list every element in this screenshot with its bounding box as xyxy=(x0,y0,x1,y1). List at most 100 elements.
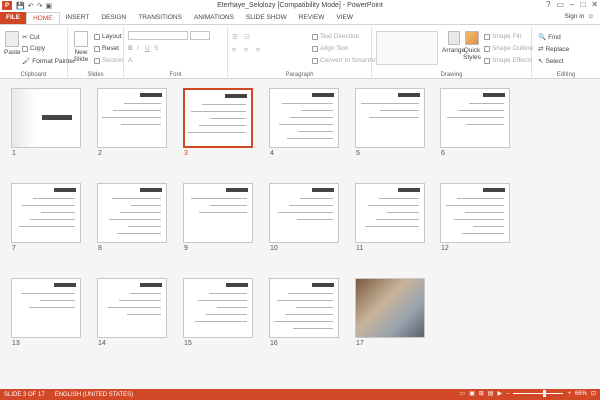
thumbnail-text-line xyxy=(21,293,75,294)
help-icon[interactable]: ? xyxy=(546,0,550,9)
thumbnail-text-line xyxy=(128,226,161,227)
close-icon[interactable]: ✕ xyxy=(591,0,598,9)
zoom-level[interactable]: 66% xyxy=(575,391,587,397)
slide-number: 1 xyxy=(12,150,16,157)
slide-number: 9 xyxy=(184,245,188,252)
reading-view-icon[interactable]: ▤ xyxy=(488,390,494,397)
find-button[interactable]: 🔍 Find xyxy=(538,33,561,42)
fit-to-window-icon[interactable]: ⊡ xyxy=(591,390,596,397)
slide-sorter-area[interactable]: 1 2 3 4 5 6 7 8 9 10 11 12 13 14 15 16 17 xyxy=(0,79,600,389)
tab-view[interactable]: VIEW xyxy=(330,12,359,24)
tab-animations[interactable]: ANIMATIONS xyxy=(188,12,240,24)
zoom-out-icon[interactable]: – xyxy=(506,391,509,397)
slide-thumbnail[interactable] xyxy=(11,183,81,243)
maximize-icon[interactable]: □ xyxy=(580,0,585,9)
align-left-button[interactable]: ≡ xyxy=(232,47,236,54)
slide-thumbnail[interactable] xyxy=(355,88,425,148)
slide-thumbnail[interactable] xyxy=(440,88,510,148)
thumbnail-header-bar xyxy=(140,93,162,97)
effects-icon xyxy=(484,57,490,64)
brush-icon: 🖌 xyxy=(22,58,31,65)
group-label-paragraph: Paragraph xyxy=(285,72,314,78)
tab-review[interactable]: REVIEW xyxy=(293,12,331,24)
thumbnail-text-line xyxy=(191,111,246,112)
slide-thumbnail[interactable] xyxy=(183,183,253,243)
tab-transitions[interactable]: TRANSITIONS xyxy=(132,12,188,24)
quick-styles-button[interactable]: Quick Styles xyxy=(462,31,482,61)
tab-design[interactable]: DESIGN xyxy=(95,12,132,24)
slide-show-view-icon[interactable]: ▶ xyxy=(497,390,502,397)
slide-thumbnail[interactable] xyxy=(97,183,167,243)
zoom-slider-thumb[interactable] xyxy=(543,390,547,397)
slide-thumbnail[interactable] xyxy=(11,278,81,338)
redo-icon[interactable]: ↷ xyxy=(37,2,43,10)
thumbnail-header-bar xyxy=(226,188,248,192)
thumbnail-text-line xyxy=(19,226,75,227)
copy-button[interactable]: Copy xyxy=(22,45,45,52)
slide-thumbnail[interactable] xyxy=(269,183,339,243)
center-button[interactable]: ≡ xyxy=(244,47,248,54)
thumbnail-text-line xyxy=(473,226,504,227)
shapes-gallery[interactable] xyxy=(376,31,438,65)
reset-button[interactable]: Reset xyxy=(94,45,119,52)
font-size-select[interactable] xyxy=(190,31,210,40)
replace-button[interactable]: ⇄ Replace xyxy=(538,45,569,54)
numbering-button[interactable]: ☷ xyxy=(244,33,250,41)
undo-icon[interactable]: ↶ xyxy=(28,2,34,10)
zoom-in-icon[interactable]: + xyxy=(567,391,571,397)
text-direction-button[interactable]: Text Direction xyxy=(312,33,359,40)
save-icon[interactable]: 💾 xyxy=(16,2,25,10)
slide-thumbnail[interactable] xyxy=(269,88,339,148)
select-button[interactable]: ↖ Select xyxy=(538,57,564,66)
convert-smartart-button[interactable]: Convert to SmartArt xyxy=(312,57,377,64)
font-family-select[interactable] xyxy=(128,31,188,40)
minimize-icon[interactable]: – xyxy=(570,0,574,9)
ribbon-display-options-icon[interactable]: ▭ xyxy=(556,0,564,9)
shape-fill-button[interactable]: Shape Fill xyxy=(484,33,521,40)
slide-thumbnail[interactable] xyxy=(183,278,253,338)
language-indicator[interactable]: ENGLISH (UNITED STATES) xyxy=(55,392,133,398)
thumbnail-text-line xyxy=(454,219,504,220)
slide-thumbnail[interactable] xyxy=(269,278,339,338)
thumbnail-text-line xyxy=(210,205,247,206)
tab-file[interactable]: FILE xyxy=(0,12,27,24)
shape-effects-button[interactable]: Shape Effects xyxy=(484,57,532,64)
section-icon xyxy=(94,57,100,64)
zoom-slider[interactable] xyxy=(513,390,564,397)
slide-thumbnail[interactable] xyxy=(355,183,425,243)
tab-home[interactable]: HOME xyxy=(26,12,60,24)
notes-icon[interactable]: ▭ xyxy=(459,390,465,397)
cut-button[interactable]: ✂ Cut xyxy=(22,33,40,42)
font-color-button[interactable]: A xyxy=(128,57,132,64)
slide-thumbnail[interactable] xyxy=(11,88,81,148)
shape-outline-button[interactable]: Shape Outline xyxy=(484,45,533,52)
italic-button[interactable]: I xyxy=(137,45,139,52)
window-controls: ? ▭ – □ ✕ xyxy=(546,0,598,9)
bold-button[interactable]: B xyxy=(128,45,133,52)
tab-slide-show[interactable]: SLIDE SHOW xyxy=(240,12,293,24)
new-slide-button[interactable]: New Slide xyxy=(72,31,90,63)
tab-insert[interactable]: INSERT xyxy=(60,12,96,24)
slide-thumbnail[interactable] xyxy=(97,88,167,148)
normal-view-icon[interactable]: ▣ xyxy=(469,390,475,397)
slide-sorter-view-icon[interactable]: ⊞ xyxy=(479,390,484,397)
align-text-button[interactable]: Align Text xyxy=(312,45,348,52)
slide-thumbnail[interactable] xyxy=(440,183,510,243)
slide-thumbnail[interactable] xyxy=(97,278,167,338)
thumbnail-text-line xyxy=(274,321,333,322)
slide-thumbnail[interactable] xyxy=(183,88,253,148)
thumbnail-text-line xyxy=(130,293,161,294)
align-right-button[interactable]: ≡ xyxy=(256,47,260,54)
sign-in-link[interactable]: Sign in ☺ xyxy=(564,13,594,20)
shadow-button[interactable]: S xyxy=(154,45,158,52)
paste-button[interactable]: Paste xyxy=(4,31,21,56)
thumbnail-text-line xyxy=(380,110,419,111)
layout-button[interactable]: Layout xyxy=(94,33,122,40)
bullets-button[interactable]: ☰ xyxy=(232,33,238,41)
smartart-icon xyxy=(312,57,318,64)
thumbnail-header-bar xyxy=(312,93,334,97)
underline-button[interactable]: U xyxy=(145,45,150,52)
section-button[interactable]: Section xyxy=(94,57,124,64)
slide-thumbnail[interactable] xyxy=(355,278,425,338)
start-from-beginning-icon[interactable]: ▣ xyxy=(45,2,52,10)
